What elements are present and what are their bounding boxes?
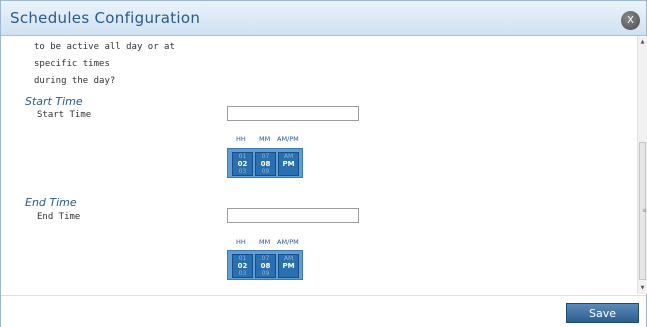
ampm-current: PM — [282, 262, 295, 270]
minute-prev: 07 — [261, 255, 270, 262]
description-line: to be active all day or at — [34, 42, 175, 52]
start-minute-wheel[interactable]: 07 08 09 — [255, 152, 276, 176]
end-hour-wheel[interactable]: 01 02 03 — [232, 254, 253, 278]
ampm-current: PM — [282, 160, 295, 168]
description-line: specific times — [34, 59, 110, 69]
start-time-section-title: Start Time — [25, 95, 83, 108]
end-time-section-title: End Time — [25, 196, 77, 209]
scrollbar-thumb[interactable]: ≡ — [639, 142, 647, 280]
scroll-up-icon[interactable]: ▲ — [638, 38, 647, 47]
minute-header: MM — [259, 238, 271, 246]
start-time-input[interactable] — [227, 106, 359, 121]
minute-next: 09 — [261, 270, 270, 277]
dialog-footer — [1, 295, 646, 327]
hour-current: 02 — [237, 160, 248, 168]
grip-icon: ≡ — [642, 207, 647, 214]
end-ampm-wheel[interactable]: AM PM — [278, 254, 299, 278]
hour-next: 03 — [238, 168, 247, 175]
hour-next: 03 — [238, 270, 247, 277]
end-time-label: End Time — [37, 212, 81, 222]
start-hour-wheel[interactable]: 01 02 03 — [232, 152, 253, 176]
minute-current: 08 — [260, 160, 271, 168]
start-time-label: Start Time — [37, 110, 92, 120]
hour-header: HH — [236, 238, 246, 246]
dialog-content: to be active all day or at specific time… — [1, 36, 637, 294]
start-time-picker: 01 02 03 07 08 09 AM PM — [227, 148, 303, 178]
minute-prev: 07 — [261, 153, 270, 160]
close-icon[interactable]: X — [621, 11, 640, 30]
dialog-title: Schedules Configuration — [10, 9, 201, 27]
content-scrollbar[interactable]: ▲ ≡ ▼ — [637, 36, 647, 294]
description-line: during the day? — [34, 76, 116, 86]
minute-next: 09 — [261, 168, 270, 175]
ampm-prev: AM — [283, 153, 294, 160]
end-minute-wheel[interactable]: 07 08 09 — [255, 254, 276, 278]
ampm-prev: AM — [283, 255, 294, 262]
start-ampm-wheel[interactable]: AM PM — [278, 152, 299, 176]
ampm-header: AM/PM — [277, 135, 299, 143]
minute-header: MM — [259, 135, 271, 143]
hour-prev: 01 — [238, 153, 247, 160]
end-time-input[interactable] — [227, 208, 359, 223]
end-time-picker: 01 02 03 07 08 09 AM PM — [227, 250, 303, 280]
hour-prev: 01 — [238, 255, 247, 262]
ampm-header: AM/PM — [277, 238, 299, 246]
scroll-down-icon[interactable]: ▼ — [638, 284, 647, 293]
dialog-titlebar: Schedules Configuration X — [1, 1, 646, 36]
hour-current: 02 — [237, 262, 248, 270]
hour-header: HH — [236, 135, 246, 143]
schedules-dialog: Schedules Configuration X to be active a… — [0, 0, 647, 327]
minute-current: 08 — [260, 262, 271, 270]
save-button[interactable]: Save — [566, 303, 639, 323]
